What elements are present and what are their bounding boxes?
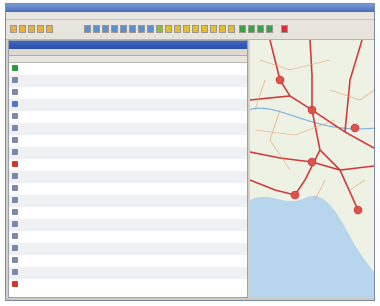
toolbar-btn-9[interactable] [111,25,118,33]
road-icon [12,137,18,143]
city-marker [275,75,285,85]
itinerary-row[interactable] [9,75,247,87]
itinerary-column-header [9,56,247,63]
road-icon [12,257,18,263]
itinerary-row[interactable] [9,135,247,147]
toolbar-btn-17[interactable] [183,25,190,33]
toolbar-btn-12[interactable] [138,25,145,33]
itinerary-row[interactable] [9,147,247,159]
status-bar [6,298,374,300]
toolbar-btn-5[interactable] [46,25,53,33]
road-map[interactable] [250,40,374,298]
window-title-bar[interactable] [6,4,374,12]
start-flag-icon [12,65,18,71]
menu-bar[interactable] [6,12,374,20]
toolbar [6,20,374,40]
finish-flag-icon [12,281,18,287]
road-icon [12,209,18,215]
waypoint-icon [12,161,18,167]
toolbar-btn-6[interactable] [84,25,91,33]
toolbar-btn-2[interactable] [19,25,26,33]
itinerary-list [9,63,247,293]
map-view[interactable] [250,40,374,298]
road-icon [12,173,18,179]
toolbar-btn-13[interactable] [147,25,154,33]
itinerary-row[interactable] [9,123,247,135]
city-marker [307,157,317,167]
road-icon [12,221,18,227]
road-icon [12,113,18,119]
panel-tabs[interactable] [9,49,247,56]
itinerary-row[interactable] [9,183,247,195]
road-icon [12,269,18,275]
city-marker [353,205,363,215]
itinerary-row[interactable] [9,111,247,123]
toolbar-btn-10[interactable] [120,25,127,33]
toolbar-btn-3[interactable] [28,25,35,33]
toolbar-btn-27[interactable] [281,25,288,33]
itinerary-row[interactable] [9,231,247,243]
city-marker [350,123,360,133]
toolbar-btn-15[interactable] [165,25,172,33]
itinerary-row[interactable] [9,171,247,183]
toolbar-btn-16[interactable] [174,25,181,33]
toolbar-btn-7[interactable] [93,25,100,33]
itinerary-row[interactable] [9,243,247,255]
itinerary-row[interactable] [9,63,247,75]
itinerary-row[interactable] [9,219,247,231]
toolbar-btn-18[interactable] [192,25,199,33]
toolbar-btn-4[interactable] [37,25,44,33]
itinerary-row[interactable] [9,279,247,291]
toolbar-btn-26[interactable] [266,25,273,33]
road-icon [12,101,18,107]
toolbar-btn-11[interactable] [129,25,136,33]
itinerary-row[interactable] [9,195,247,207]
toolbar-btn-23[interactable] [239,25,246,33]
route-itinerary-panel [8,40,248,298]
road-icon [12,77,18,83]
road-icon [12,89,18,95]
road-icon [12,245,18,251]
itinerary-row[interactable] [9,99,247,111]
itinerary-row[interactable] [9,159,247,171]
toolbar-btn-22[interactable] [228,25,235,33]
toolbar-btn-21[interactable] [219,25,226,33]
city-marker [290,190,300,200]
toolbar-btn-8[interactable] [102,25,109,33]
toolbar-btn-25[interactable] [257,25,264,33]
toolbar-btn-1[interactable] [10,25,17,33]
road-icon [12,149,18,155]
road-icon [12,197,18,203]
panel-title-bar[interactable] [9,41,247,49]
road-icon [12,185,18,191]
city-marker [307,105,317,115]
itinerary-row[interactable] [9,255,247,267]
itinerary-row[interactable] [9,207,247,219]
toolbar-btn-14[interactable] [156,25,163,33]
application-window [5,3,375,301]
itinerary-row[interactable] [9,87,247,99]
toolbar-btn-20[interactable] [210,25,217,33]
road-icon [12,233,18,239]
road-icon [12,125,18,131]
toolbar-btn-19[interactable] [201,25,208,33]
itinerary-row[interactable] [9,267,247,279]
toolbar-btn-24[interactable] [248,25,255,33]
